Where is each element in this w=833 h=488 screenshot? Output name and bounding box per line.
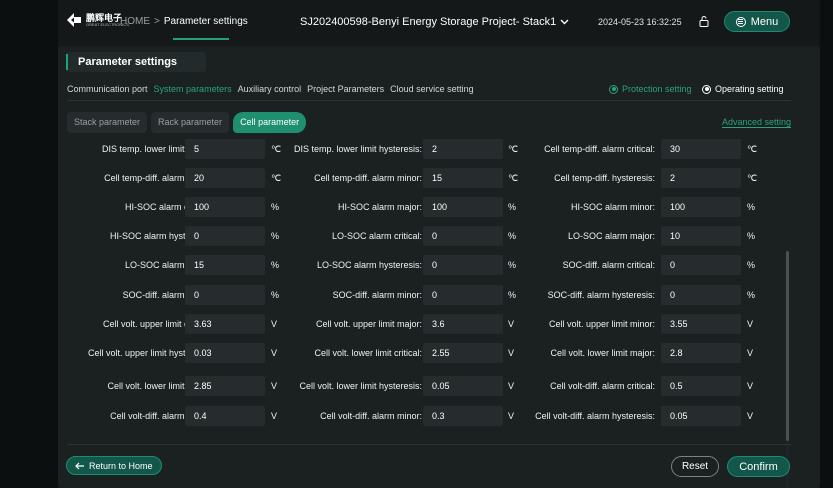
tab-stack-parameter[interactable]: Stack parameter	[67, 112, 148, 133]
tab-project-parameters[interactable]: Project Parameters	[307, 84, 384, 94]
page-title: Parameter settings	[66, 54, 177, 70]
parameter-input[interactable]: 10	[661, 226, 741, 246]
arrow-left-icon	[75, 462, 84, 469]
parameter-unit: %	[747, 260, 756, 270]
parameter-input[interactable]: 2	[661, 168, 741, 188]
parameter-input[interactable]: 3.55	[661, 314, 741, 334]
parameter-unit: ℃	[747, 144, 758, 154]
parameter-field: Cell volt-diff. alarm hysteresis: 0.05 V	[58, 405, 820, 427]
sub-tabs: Stack parameter Rack parameter Cell para…	[67, 112, 307, 133]
parameter-unit: V	[747, 319, 754, 329]
datetime: 2024-05-23 16:32:25	[598, 17, 682, 27]
operating-setting-option[interactable]: Operating setting	[702, 84, 784, 94]
parameter-unit: V	[747, 381, 754, 391]
parameter-field: SOC-diff. alarm critical: 0%	[58, 254, 820, 276]
project-selector[interactable]: SJ202400598-Benyi Energy Storage Project…	[300, 16, 569, 28]
parameter-panel: Parameter settings Communication port Sy…	[58, 46, 820, 488]
parameter-field: Cell volt. upper limit minor: 3.55 V	[58, 313, 820, 335]
tab-system-parameters[interactable]: System parameters	[154, 84, 232, 94]
parameter-field: HI-SOC alarm minor: 100%	[58, 196, 820, 218]
parameter-label: LO-SOC alarm major:	[567, 231, 655, 241]
tab-auxiliary-control[interactable]: Auxiliary control	[238, 84, 302, 94]
parameter-label: Cell volt-diff. alarm hysteresis:	[535, 411, 655, 421]
protection-setting-option[interactable]: Protection setting	[609, 84, 692, 94]
parameter-field: Cell volt. lower limit major: 2.8 V	[58, 342, 820, 364]
parameter-label: Cell volt. lower limit major:	[550, 348, 655, 358]
parameter-label: Cell volt. upper limit minor:	[548, 319, 655, 329]
breadcrumb-separator: >	[154, 16, 160, 27]
parameter-field: LO-SOC alarm major: 10%	[58, 225, 820, 247]
divider	[67, 100, 791, 101]
tab-cell-parameter[interactable]: Cell parameter	[233, 112, 307, 133]
parameter-label: SOC-diff. alarm hysteresis:	[547, 290, 655, 300]
parameter-input[interactable]: 0	[661, 255, 741, 275]
parameter-field: SOC-diff. alarm hysteresis: 0%	[58, 284, 820, 306]
parameter-field: Cell temp-diff. hysteresis: 2 ℃	[58, 167, 820, 189]
parameter-unit: %	[747, 231, 756, 241]
project-name: SJ202400598-Benyi Energy Storage Project…	[300, 16, 557, 28]
parameter-unit: V	[747, 411, 754, 421]
menu-button[interactable]: Menu	[724, 11, 790, 32]
parameter-input[interactable]: 100	[661, 197, 741, 217]
menu-label: Menu	[750, 15, 779, 28]
parameter-label: Cell volt-diff. alarm critical:	[550, 381, 655, 391]
footer-divider	[67, 444, 791, 445]
radio-icon	[609, 84, 618, 94]
chevron-down-icon	[560, 19, 569, 25]
parameter-input[interactable]: 30	[661, 139, 741, 159]
parameter-label: HI-SOC alarm minor:	[570, 202, 655, 212]
parameter-label: Cell temp-diff. hysteresis:	[554, 173, 655, 183]
parameter-input[interactable]: 0.05	[661, 406, 741, 426]
return-to-home-button[interactable]: Return to Home	[66, 456, 162, 475]
scrollbar-thumb[interactable]	[786, 251, 789, 441]
advanced-setting-link[interactable]: Advanced setting	[722, 117, 792, 128]
parameter-label: SOC-diff. alarm critical:	[562, 260, 655, 270]
parameter-input[interactable]: 2.8	[661, 343, 741, 363]
reset-button[interactable]: Reset	[671, 456, 719, 477]
return-label: Return to Home	[89, 460, 153, 471]
logo-mark-icon	[67, 13, 81, 27]
main-tabs: Communication port System parameters Aux…	[67, 84, 474, 94]
parameter-label: Cell temp-diff. alarm critical:	[544, 144, 655, 154]
confirm-button[interactable]: Confirm	[727, 456, 790, 477]
breadcrumb-underline	[173, 38, 229, 40]
parameter-unit: V	[747, 348, 754, 358]
tab-cloud-service-setting[interactable]: Cloud service setting	[390, 84, 474, 94]
parameter-input[interactable]: 0	[661, 285, 741, 305]
radio-selected-icon	[702, 84, 711, 94]
parameter-input[interactable]: 0.5	[661, 376, 741, 396]
breadcrumb: HOME > Parameter settings	[120, 16, 248, 27]
parameter-field: Cell temp-diff. alarm critical: 30 ℃	[58, 138, 820, 160]
protection-setting-label: Protection setting	[622, 84, 692, 94]
parameter-unit: %	[747, 202, 756, 212]
tab-rack-parameter[interactable]: Rack parameter	[151, 112, 230, 133]
parameter-unit: %	[747, 290, 756, 300]
tab-communication-port[interactable]: Communication port	[67, 84, 148, 94]
parameter-unit: ℃	[747, 173, 758, 183]
operating-setting-label: Operating setting	[715, 84, 784, 94]
app-window: 鹏辉电子 GREAT ELECTRONICS HOME > Parameter …	[58, 0, 820, 488]
parameter-field: Cell volt-diff. alarm critical: 0.5 V	[58, 375, 820, 397]
breadcrumb-home[interactable]: HOME	[120, 16, 150, 27]
unlock-icon[interactable]	[698, 15, 710, 27]
menu-icon	[735, 16, 746, 27]
breadcrumb-current: Parameter settings	[163, 16, 248, 27]
top-bar: 鹏辉电子 GREAT ELECTRONICS HOME > Parameter …	[58, 0, 820, 44]
